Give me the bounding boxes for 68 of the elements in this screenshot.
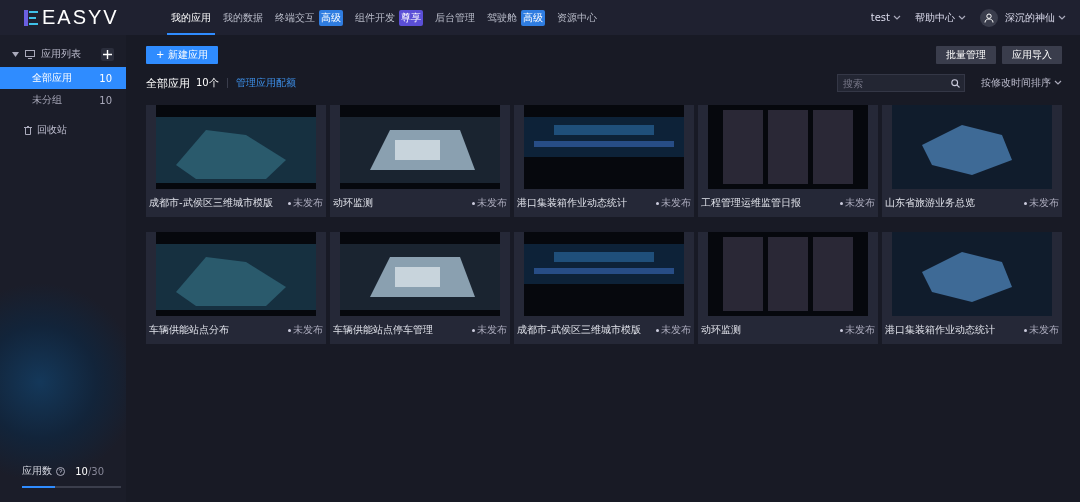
section-heading: 全部应用 — [146, 75, 190, 91]
chevron-down-icon — [958, 14, 966, 21]
nav-tab[interactable]: 后台管理 — [430, 0, 479, 35]
help-dropdown[interactable]: 帮助中心 — [915, 10, 966, 25]
app-card[interactable]: 车辆供能站点分布 未发布 — [146, 232, 326, 344]
app-card[interactable]: 港口集装箱作业动态统计 未发布 — [514, 105, 694, 217]
workspace-dropdown[interactable]: test — [870, 12, 901, 23]
add-button[interactable] — [101, 47, 114, 61]
quota-link[interactable]: 管理应用配额 — [235, 76, 296, 90]
app-card[interactable]: 港口集装箱作业动态统计 未发布 — [882, 232, 1062, 344]
tier-badge: 尊享 — [398, 9, 423, 26]
app-name: 港口集装箱作业动态统计 — [517, 196, 627, 210]
app-name: 港口集装箱作业动态统计 — [885, 323, 995, 337]
help-icon[interactable] — [56, 466, 65, 476]
app-name: 车辆供能站点分布 — [149, 323, 229, 337]
caret-icon[interactable] — [12, 51, 19, 57]
trash-icon — [24, 125, 32, 135]
publish-status: 未发布 — [840, 323, 875, 337]
publish-status: 未发布 — [656, 196, 691, 210]
group-item[interactable]: 未分组 10 — [0, 89, 126, 111]
monitor-icon — [25, 49, 35, 59]
user-menu[interactable]: 深沉的神仙 — [980, 8, 1066, 27]
publish-status: 未发布 — [840, 196, 875, 210]
publish-status: 未发布 — [1024, 323, 1059, 337]
app-card[interactable]: 成都市-武侯区三维城市模版 未发布 — [146, 105, 326, 217]
app-card[interactable]: 成都市-武侯区三维城市模版 未发布 — [514, 232, 694, 344]
nav-tab[interactable]: 终端交互 高级 — [270, 0, 347, 35]
app-card[interactable]: 动环监测 未发布 — [698, 232, 878, 344]
app-count: 10个 — [196, 76, 219, 90]
search-icon[interactable] — [951, 78, 960, 88]
import-app-button[interactable]: 应用导入 — [1002, 46, 1062, 64]
chevron-down-icon — [893, 14, 901, 21]
nav-tab[interactable]: 组件开发 尊享 — [350, 0, 427, 35]
app-name: 成都市-武侯区三维城市模版 — [517, 323, 641, 337]
nav-tab[interactable]: 我的应用 — [166, 0, 215, 35]
app-name: 动环监测 — [701, 323, 741, 337]
nav-tab[interactable]: 资源中心 — [552, 0, 601, 35]
publish-status: 未发布 — [1024, 196, 1059, 210]
tier-badge: 高级 — [520, 9, 545, 26]
logo-icon — [24, 9, 38, 26]
app-card[interactable]: 工程管理运维监管日报 未发布 — [698, 105, 878, 217]
app-name: 动环监测 — [333, 196, 373, 210]
trash-item[interactable]: 回收站 — [0, 119, 126, 141]
usage-count: 10/30 — [75, 465, 104, 477]
nav-tab[interactable]: 我的数据 — [218, 0, 267, 35]
publish-status: 未发布 — [288, 323, 323, 337]
app-name: 成都市-武侯区三维城市模版 — [149, 196, 273, 210]
sidebar-title: 应用列表 — [41, 47, 81, 61]
app-name: 山东省旅游业务总览 — [885, 196, 975, 210]
app-card[interactable]: 山东省旅游业务总览 未发布 — [882, 105, 1062, 217]
usage-label: 应用数 — [22, 464, 52, 478]
app-card[interactable]: 车辆供能站点停车管理 未发布 — [330, 232, 510, 344]
app-card[interactable]: 动环监测 未发布 — [330, 105, 510, 217]
app-name: 工程管理运维监管日报 — [701, 196, 801, 210]
publish-status: 未发布 — [472, 323, 507, 337]
avatar-icon — [980, 8, 998, 27]
publish-status: 未发布 — [472, 196, 507, 210]
chevron-down-icon — [1054, 80, 1062, 86]
search-field[interactable]: 搜索 — [837, 74, 965, 92]
chevron-down-icon — [1058, 14, 1066, 21]
nav-tab[interactable]: 驾驶舱 高级 — [482, 0, 549, 35]
publish-status: 未发布 — [288, 196, 323, 210]
app-name: 车辆供能站点停车管理 — [333, 323, 433, 337]
tier-badge: 高级 — [318, 9, 343, 26]
logo-text: EASYV — [42, 6, 119, 29]
sort-dropdown[interactable]: 按修改时间排序 — [981, 76, 1062, 90]
publish-status: 未发布 — [656, 323, 691, 337]
batch-manage-button[interactable]: 批量管理 — [936, 46, 996, 64]
